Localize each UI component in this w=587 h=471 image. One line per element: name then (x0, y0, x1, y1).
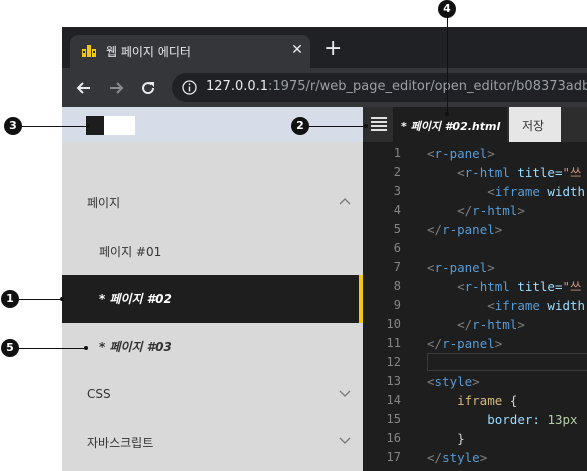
line-number: 1 (393, 146, 401, 160)
browser-window: 웹 페이지 에디터 ✕ + 127.0.0.1:1975/r/web_page_… (62, 27, 587, 471)
tab-bar: 웹 페이지 에디터 ✕ + (62, 27, 587, 68)
line-number: 5 (393, 222, 401, 236)
chevron-up-icon[interactable] (339, 197, 351, 205)
code-line: <iframe width (487, 298, 586, 313)
callout-dot-5 (84, 346, 88, 350)
callout-dot-3 (86, 124, 90, 128)
url-text: 127.0.0.1:1975/r/web_page_editor/open_ed… (206, 79, 587, 94)
hamburger-menu-icon[interactable] (371, 117, 387, 131)
line-number: 15 (386, 412, 401, 426)
chevron-down-icon[interactable] (339, 437, 351, 445)
editor-tab-bar: * 페이지 #02.html 저장 (363, 107, 587, 142)
app-favicon-icon (82, 45, 96, 57)
callout-badge-4: 4 (438, 0, 456, 18)
sidebar-item-page-02[interactable]: * 페이지 #02 (62, 275, 363, 323)
sidebar-group-label: 페이지 (87, 196, 121, 210)
line-number: 7 (393, 260, 401, 274)
sidebar-item-page-01[interactable]: 페이지 #01 (62, 228, 363, 276)
address-bar[interactable]: 127.0.0.1:1975/r/web_page_editor/open_ed… (172, 73, 587, 102)
new-tab-button[interactable]: + (324, 38, 342, 60)
url-host: 127.0.0.1 (206, 79, 269, 94)
line-number: 17 (386, 450, 401, 464)
callout-line-2 (308, 126, 366, 127)
save-button[interactable]: 저장 (509, 107, 561, 142)
sidebar-item-label: * 페이지 #02 (99, 292, 172, 306)
code-area[interactable]: 1 2 3 4 5 6 7 8 9 10 11 12 13 14 15 16 17 <r-panel> <r-ht… (363, 144, 587, 471)
code-line: </r-panel> (427, 222, 503, 237)
close-tab-icon[interactable]: ✕ (288, 41, 306, 59)
callout-dot-1 (60, 297, 64, 301)
callout-badge-2: 2 (291, 117, 309, 135)
line-number: 10 (386, 317, 401, 331)
code-line: <r-panel> (427, 260, 495, 275)
editor-tab-label: * 페이지 #02.html (401, 120, 501, 133)
sidebar-header (62, 107, 363, 142)
code-line: </r-html> (457, 317, 525, 332)
callout-dot-4 (445, 112, 449, 116)
line-number: 2 (393, 165, 401, 179)
sidebar-item-label: * 페이지 #03 (99, 340, 172, 354)
forward-arrow-icon[interactable] (106, 78, 126, 98)
sidebar-item-page-03[interactable]: * 페이지 #03 (62, 323, 363, 371)
callout-line-3 (21, 126, 87, 127)
url-path: :1975/r/web_page_editor/open_editor/b083… (268, 79, 587, 94)
code-line: <style> (427, 374, 480, 389)
line-number: 11 (386, 336, 401, 350)
sidebar-group-label: CSS (87, 387, 111, 401)
sidebar-item-label: 페이지 #01 (99, 245, 162, 259)
line-number: 4 (393, 203, 401, 217)
sidebar-group-css[interactable]: CSS (62, 372, 363, 420)
browser-toolbar: 127.0.0.1:1975/r/web_page_editor/open_ed… (62, 68, 587, 107)
callout-badge-3: 3 (4, 117, 22, 135)
web-page-editor-app: 페이지 페이지 #01 * 페이지 #02 * 페이지 #03 CSS 자바스크… (62, 107, 587, 471)
chevron-down-icon[interactable] (339, 390, 351, 398)
save-button-label: 저장 (522, 119, 545, 133)
code-line: } (457, 431, 465, 446)
line-number: 8 (393, 279, 401, 293)
code-line: border: 13px (487, 412, 578, 427)
sidebar: 페이지 페이지 #01 * 페이지 #02 * 페이지 #03 CSS 자바스크… (62, 107, 363, 471)
code-line: <r-html title="쓰 (457, 279, 582, 294)
callout-line-1 (18, 299, 62, 300)
annotated-screenshot: 웹 페이지 에디터 ✕ + 127.0.0.1:1975/r/web_page_… (0, 0, 587, 471)
line-number: 12 (386, 355, 401, 369)
logo (86, 116, 135, 135)
line-number: 16 (386, 431, 401, 445)
line-number: 13 (386, 374, 401, 388)
code-line: <r-panel> (427, 146, 495, 161)
code-line: </r-panel> (427, 336, 503, 351)
sidebar-group-label: 자바스크립트 (87, 436, 154, 450)
callout-dot-2 (364, 124, 368, 128)
editor-tab-active[interactable]: * 페이지 #02.html (393, 107, 507, 142)
sidebar-group-javascript[interactable]: 자바스크립트 (62, 419, 363, 467)
reload-icon[interactable] (138, 78, 158, 98)
tab-title: 웹 페이지 에디터 (106, 45, 191, 59)
line-number: 9 (393, 298, 401, 312)
code-line: iframe { (457, 393, 518, 408)
line-number: 6 (393, 241, 401, 255)
code-line: </r-html> (457, 203, 525, 218)
code-line: </style> (427, 450, 488, 465)
callout-badge-5: 5 (1, 339, 19, 357)
back-arrow-icon[interactable] (74, 78, 94, 98)
line-number: 14 (386, 393, 401, 407)
line-number: 3 (393, 184, 401, 198)
callout-line-5 (18, 348, 84, 349)
current-line-highlight (427, 353, 587, 371)
callout-line-4 (447, 17, 448, 113)
code-line: <iframe width (487, 184, 586, 199)
code-editor: * 페이지 #02.html 저장 1 2 3 4 5 6 7 8 9 10 11 12 13 14 15 1… (363, 107, 587, 471)
info-icon[interactable] (182, 80, 197, 95)
callout-badge-1: 1 (1, 290, 19, 308)
code-line: <r-html title="쓰 (457, 165, 582, 180)
browser-tab[interactable]: 웹 페이지 에디터 ✕ (70, 35, 310, 68)
sidebar-group-pages[interactable]: 페이지 (62, 179, 363, 227)
